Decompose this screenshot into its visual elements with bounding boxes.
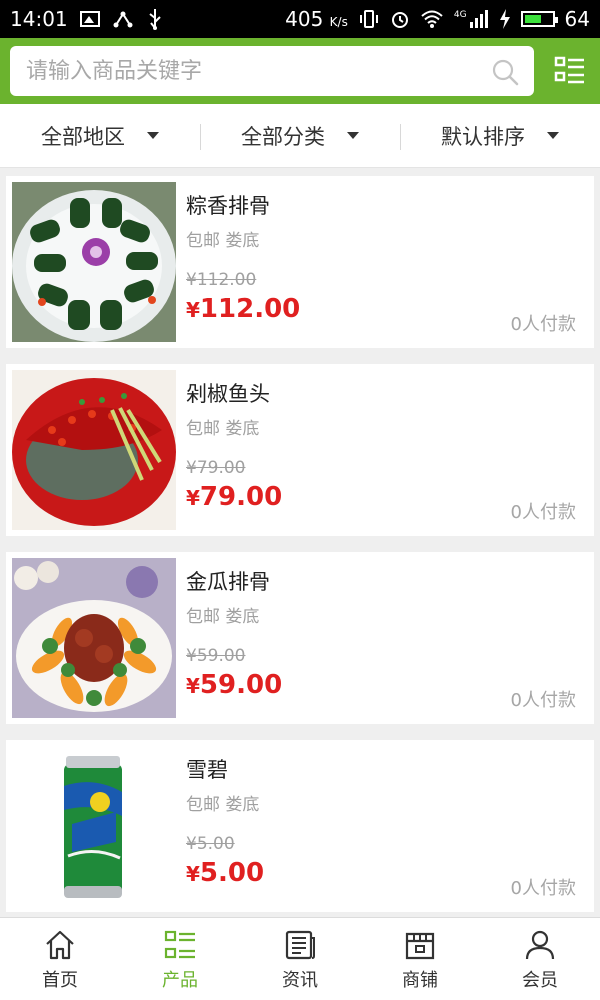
- status-bar: 14:01 405 K/s 4G 64: [0, 0, 600, 38]
- product-original-price: ¥79.00: [186, 458, 246, 478]
- user-icon: [525, 930, 555, 960]
- nav-item-store[interactable]: 商铺: [360, 918, 480, 1000]
- nav-label: 首页: [42, 970, 78, 991]
- product-name[interactable]: 雪碧: [186, 754, 228, 784]
- news-icon: [285, 930, 315, 960]
- nav-label: 会员: [522, 970, 558, 991]
- bottom-nav: 首页 产品 资讯 商铺 会员: [0, 917, 600, 1000]
- filter-sort[interactable]: 默认排序: [400, 104, 600, 167]
- product-image-sprite-can[interactable]: [12, 746, 176, 906]
- vibrate-icon: [359, 10, 378, 28]
- caret-down-icon: [347, 132, 359, 139]
- product-name[interactable]: 剁椒鱼头: [186, 378, 270, 408]
- filter-region[interactable]: 全部地区: [0, 104, 200, 167]
- share-notification-icon: [113, 11, 133, 28]
- usb-icon: [149, 9, 161, 30]
- product-paid-count: 0人付款: [510, 878, 576, 899]
- product-paid-count: 0人付款: [510, 314, 576, 335]
- nav-label: 产品: [162, 970, 198, 991]
- nav-item-member[interactable]: 会员: [480, 918, 600, 1000]
- product-card[interactable]: 剁椒鱼头 包邮 娄底 ¥79.00 ¥79.00 0人付款: [6, 364, 594, 536]
- product-card[interactable]: 粽香排骨 包邮 娄底 ¥112.00 ¥112.00 0人付款: [6, 176, 594, 348]
- caret-down-icon: [147, 132, 159, 139]
- product-price: ¥5.00: [186, 858, 265, 888]
- filter-bar: 全部地区 全部分类 默认排序: [0, 104, 600, 168]
- category-menu-icon[interactable]: [554, 56, 586, 86]
- product-price: ¥59.00: [186, 670, 283, 700]
- search-icon[interactable]: [490, 57, 520, 87]
- product-shipping: 包邮 娄底: [186, 231, 260, 251]
- image-notification-icon: [79, 11, 100, 27]
- network-speed: 405 K/s: [285, 7, 348, 31]
- cell-signal: 4G: [454, 10, 489, 28]
- nav-label: 资讯: [282, 970, 318, 991]
- product-original-price: ¥112.00: [186, 270, 257, 290]
- product-card[interactable]: 金瓜排骨 包邮 娄底 ¥59.00 ¥59.00 0人付款: [6, 552, 594, 724]
- nav-item-news[interactable]: 资讯: [240, 918, 360, 1000]
- product-shipping: 包邮 娄底: [186, 795, 260, 815]
- clock: 14:01: [10, 7, 68, 31]
- product-name[interactable]: 金瓜排骨: [186, 566, 270, 596]
- product-price: ¥112.00: [186, 294, 301, 324]
- search-input[interactable]: [26, 46, 486, 96]
- wifi-icon: [421, 10, 443, 28]
- nav-item-home[interactable]: 首页: [0, 918, 120, 1000]
- filter-category[interactable]: 全部分类: [200, 104, 400, 167]
- filter-category-label: 全部分类: [241, 124, 325, 149]
- product-paid-count: 0人付款: [510, 502, 576, 523]
- product-card[interactable]: 雪碧 包邮 娄底 ¥5.00 ¥5.00 0人付款: [6, 740, 594, 912]
- product-original-price: ¥59.00: [186, 646, 246, 666]
- product-price: ¥79.00: [186, 482, 283, 512]
- battery-icon: [520, 11, 558, 27]
- product-name[interactable]: 粽香排骨: [186, 190, 270, 220]
- product-image-ribs-leaf-wrap[interactable]: [12, 182, 176, 342]
- filter-region-label: 全部地区: [41, 124, 125, 149]
- home-icon: [46, 930, 74, 960]
- nav-label: 商铺: [402, 970, 438, 991]
- product-shipping: 包邮 娄底: [186, 419, 260, 439]
- search-header: [0, 38, 600, 104]
- filter-sort-label: 默认排序: [441, 124, 525, 149]
- alarm-icon: [391, 12, 408, 28]
- product-paid-count: 0人付款: [510, 690, 576, 711]
- signal-bars-icon: [469, 10, 488, 28]
- battery-level: 64: [564, 7, 590, 31]
- search-box[interactable]: [10, 46, 534, 96]
- product-image-pumpkin-ribs[interactable]: [12, 558, 176, 718]
- store-icon: [405, 932, 435, 960]
- product-shipping: 包邮 娄底: [186, 607, 260, 627]
- charging-icon: [499, 9, 510, 29]
- product-image-chili-fish-head[interactable]: [12, 370, 176, 530]
- product-original-price: ¥5.00: [186, 834, 235, 854]
- nav-item-products[interactable]: 产品: [120, 918, 240, 1000]
- list-grid-icon: [164, 930, 195, 959]
- caret-down-icon: [547, 132, 559, 139]
